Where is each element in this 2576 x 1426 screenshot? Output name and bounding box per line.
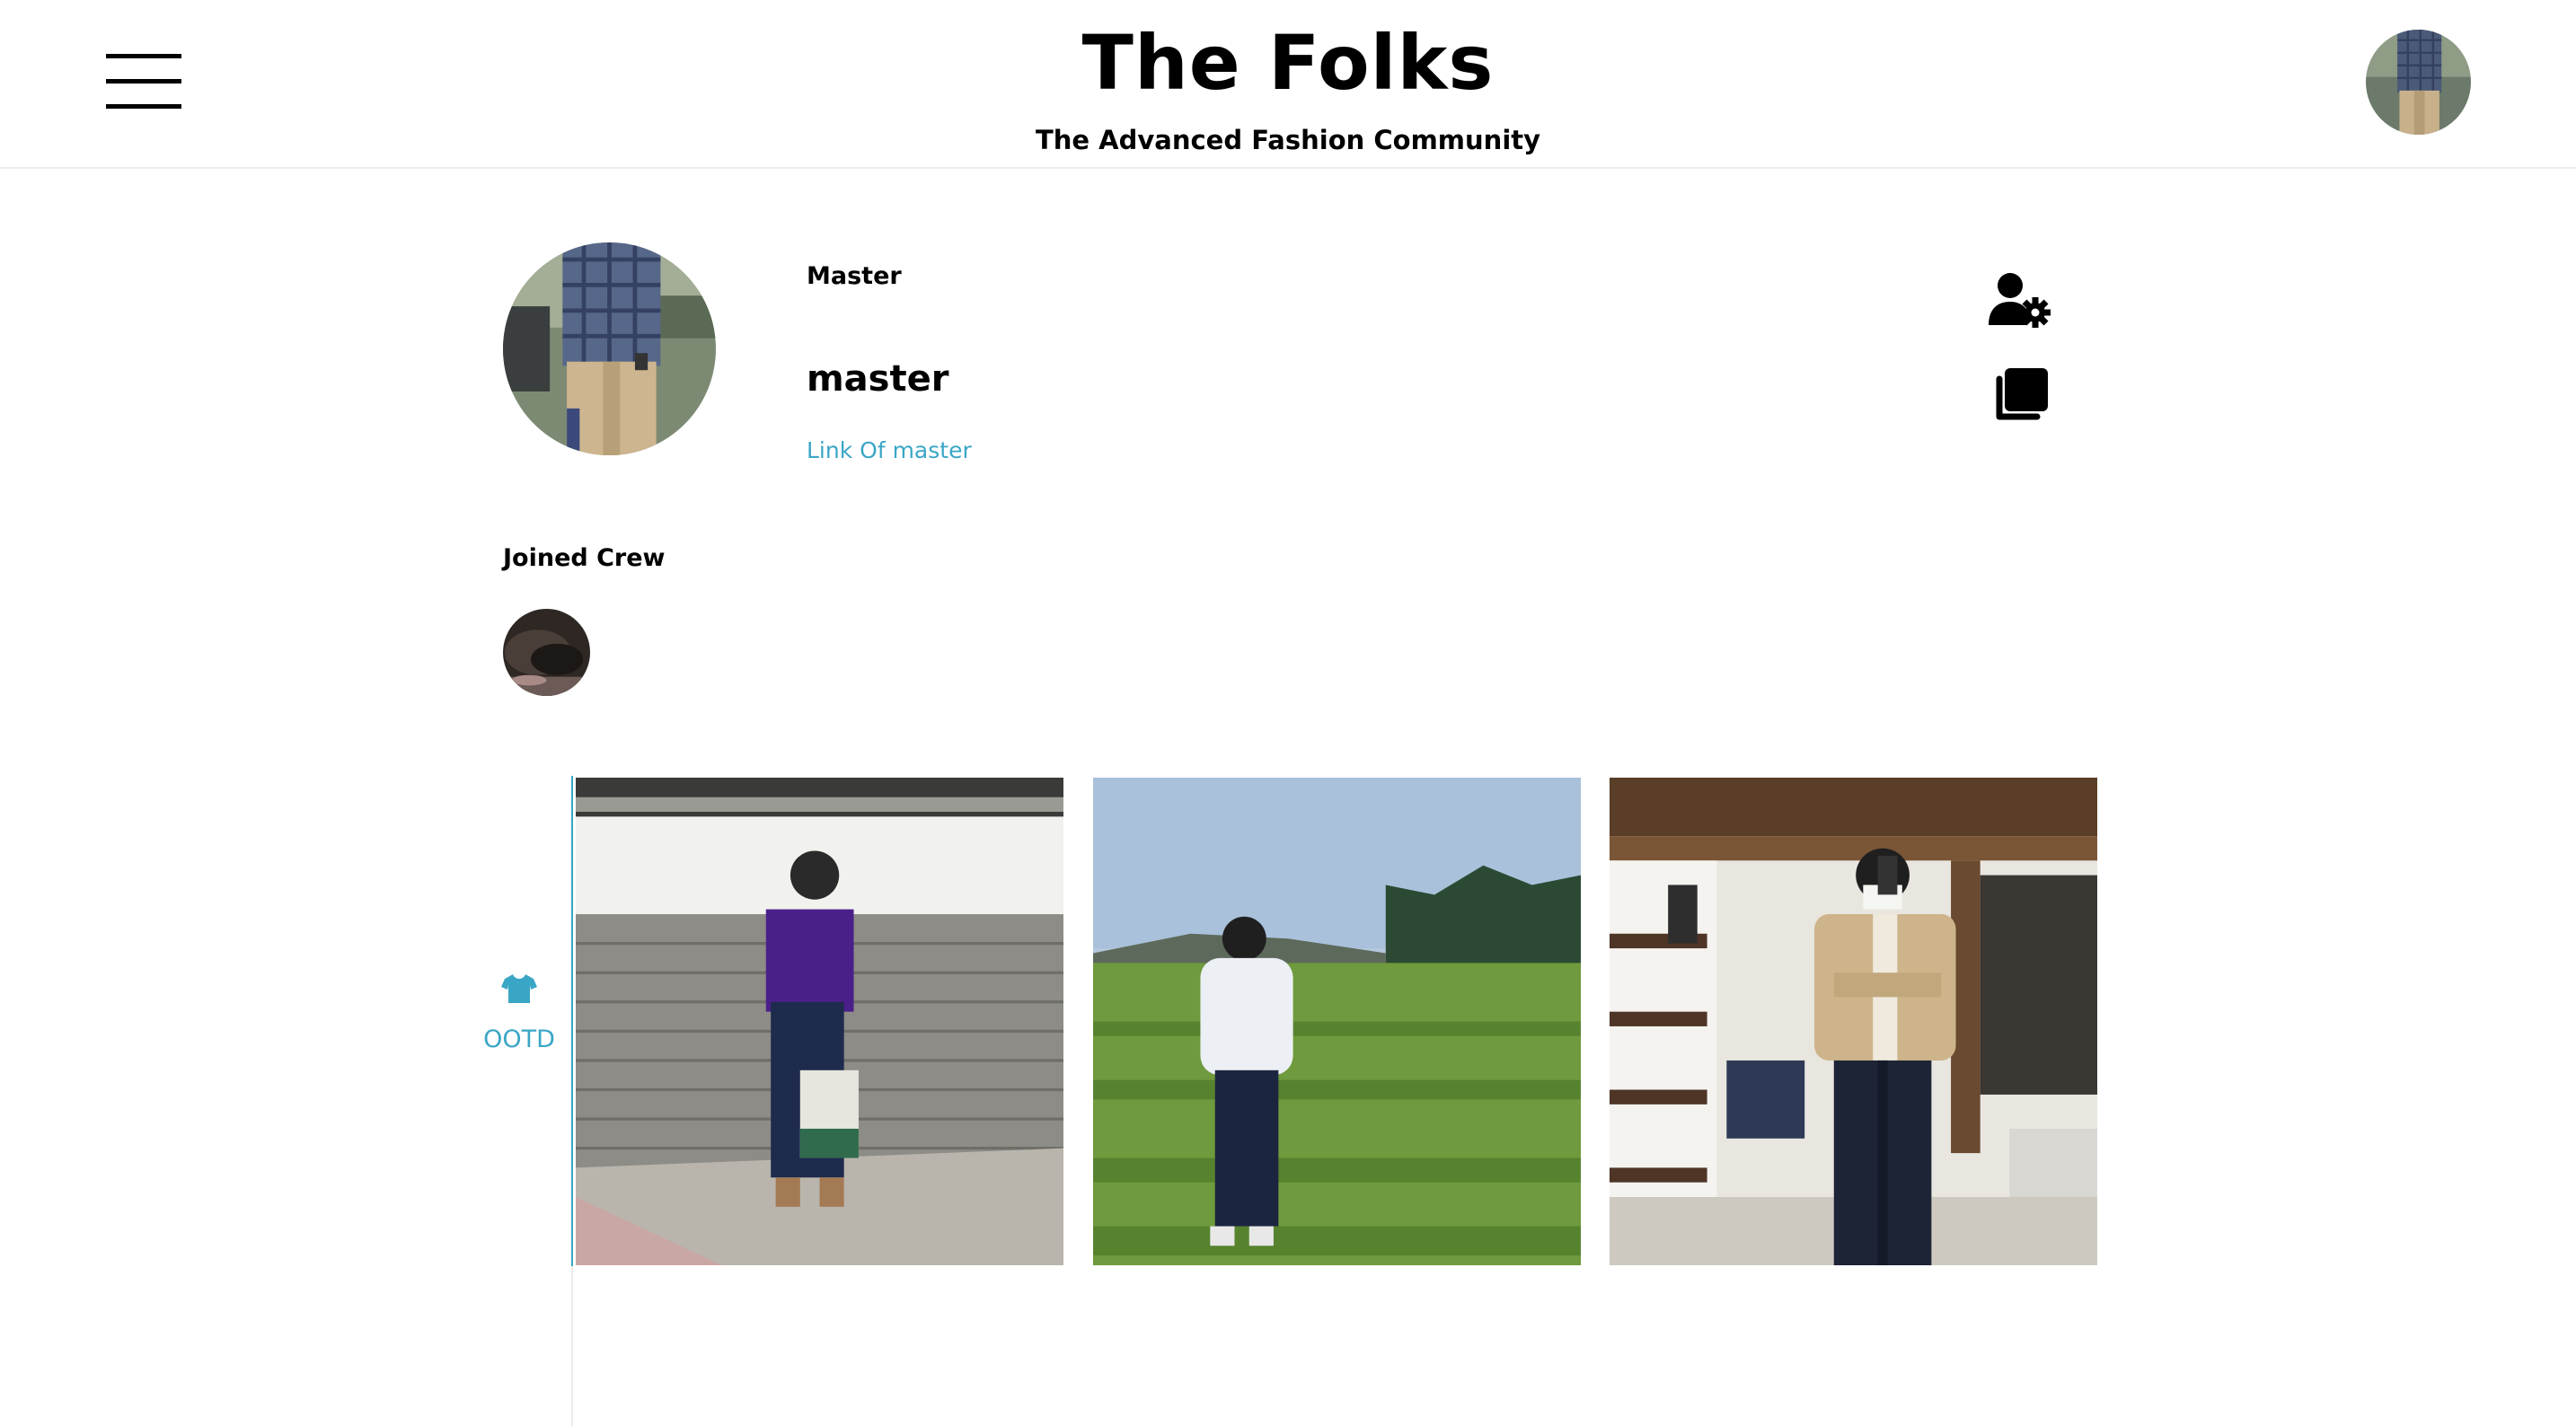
- profile-name: master: [807, 358, 949, 400]
- post-thumbnail[interactable]: [1093, 778, 1581, 1265]
- active-tab-indicator: [571, 776, 573, 1266]
- header-user-avatar[interactable]: [2366, 30, 2471, 135]
- user-gear-icon[interactable]: [1987, 271, 2051, 329]
- profile-avatar: [503, 242, 716, 455]
- site-title[interactable]: The Folks: [0, 18, 2576, 108]
- tab-ootd[interactable]: OOTD: [476, 963, 562, 1079]
- tshirt-icon: [501, 974, 537, 1003]
- site-subtitle: The Advanced Fashion Community: [1035, 125, 1541, 155]
- profile-link[interactable]: Link Of master: [807, 435, 972, 467]
- top-header: The Folks The Advanced Fashion Community: [0, 0, 2576, 169]
- post-thumbnail[interactable]: [1610, 778, 2097, 1265]
- joined-crew-heading: Joined Crew: [503, 544, 666, 572]
- crew-avatar[interactable]: [503, 609, 590, 696]
- profile-role: Master: [807, 262, 902, 290]
- post-thumbnail[interactable]: [576, 778, 1063, 1265]
- copy-icon[interactable]: [1992, 368, 2048, 424]
- tab-ootd-label: OOTD: [483, 1025, 555, 1053]
